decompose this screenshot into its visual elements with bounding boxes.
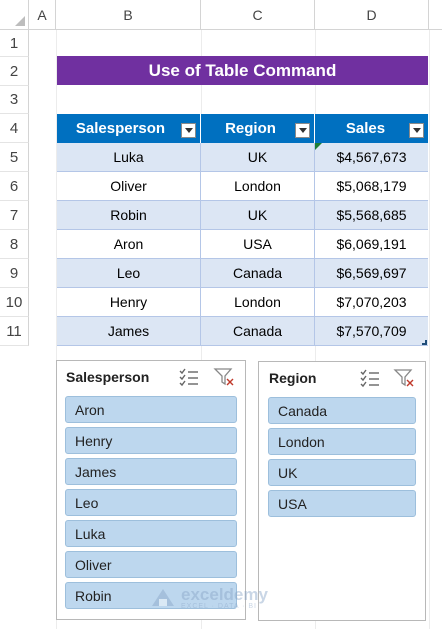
slicer-item[interactable]: UK [268,459,416,486]
column-header-b[interactable]: B [56,0,201,30]
table-header-sales: Sales [315,114,428,143]
table-cell[interactable]: Henry [57,288,201,317]
slicer-item[interactable]: USA [268,490,416,517]
row-header-2[interactable]: 2 [0,57,29,86]
watermark-brand: exceldemy [181,584,268,604]
slicer-region[interactable]: Region Canada London UK USA [258,361,426,621]
table-cell[interactable]: $7,070,203 [315,288,428,317]
slicer-salesperson[interactable]: Salesperson Aron Henry James Leo Luka Ol… [56,360,246,620]
filter-dropdown-button[interactable] [295,123,310,138]
sheet-title: Use of Table Command [57,56,428,85]
table-cell[interactable]: Oliver [57,172,201,201]
table-cell[interactable]: UK [201,201,315,230]
table-cell[interactable]: $5,068,179 [315,172,428,201]
slicer-title: Region [269,370,317,386]
column-header-c[interactable]: C [201,0,315,30]
cell-error-indicator[interactable] [315,143,322,150]
column-header-a[interactable]: A [29,0,56,30]
table-cell[interactable]: Canada [201,259,315,288]
table-cell[interactable]: London [201,288,315,317]
row-header-4[interactable]: 4 [0,114,29,143]
chevron-down-icon [412,128,421,133]
table-cell[interactable]: Aron [57,230,201,259]
slicer-item[interactable]: Henry [65,427,237,454]
watermark: exceldemy EXCEL · DATA · BI [150,583,268,613]
select-all-corner[interactable] [0,0,29,30]
slicer-item[interactable]: James [65,458,237,485]
slicer-item[interactable]: Canada [268,397,416,424]
table-cell[interactable]: Canada [201,317,315,346]
table-header-salesperson: Salesperson [57,114,201,143]
table-cell[interactable]: $4,567,673 [315,143,428,172]
chevron-down-icon [184,128,193,133]
row-header-8[interactable]: 8 [0,230,29,259]
table-cell[interactable]: USA [201,230,315,259]
table-cell[interactable]: Luka [57,143,201,172]
table-cell[interactable]: James [57,317,201,346]
table-header-label: Region [225,120,276,137]
table-cell[interactable]: London [201,172,315,201]
table-cell[interactable]: Robin [57,201,201,230]
slicer-item[interactable]: Leo [65,489,237,516]
filter-dropdown-button[interactable] [181,123,196,138]
table-header-region: Region [201,114,315,143]
row-header-7[interactable]: 7 [0,201,29,230]
multi-select-icon[interactable] [359,368,381,388]
multi-select-icon[interactable] [178,367,200,387]
chevron-down-icon [298,128,307,133]
slicer-item[interactable]: London [268,428,416,455]
gridline [429,30,430,629]
table-cell[interactable]: $6,569,697 [315,259,428,288]
table-resize-handle[interactable] [422,340,427,345]
exceldemy-logo-icon [152,589,174,606]
table-cell[interactable]: $6,069,191 [315,230,428,259]
table-header-label: Salesperson [75,120,166,137]
slicer-item[interactable]: Oliver [65,551,237,578]
table-cell[interactable]: UK [201,143,315,172]
slicer-item[interactable]: Aron [65,396,237,423]
row-header-6[interactable]: 6 [0,172,29,201]
row-header-11[interactable]: 11 [0,317,29,346]
table-cell[interactable]: $7,570,709 [315,317,428,346]
table-cell[interactable]: Leo [57,259,201,288]
column-header-d[interactable]: D [315,0,429,30]
slicer-title: Salesperson [66,369,150,385]
watermark-tagline: EXCEL · DATA · BI [181,602,257,610]
table-cell[interactable]: $5,568,685 [315,201,428,230]
row-header-3[interactable]: 3 [0,86,29,114]
clear-filter-icon[interactable] [213,367,235,387]
row-header-9[interactable]: 9 [0,259,29,288]
row-header-10[interactable]: 10 [0,288,29,317]
row-header-5[interactable]: 5 [0,143,29,172]
table-header-label: Sales [345,120,386,137]
filter-dropdown-button[interactable] [409,123,424,138]
slicer-item[interactable]: Luka [65,520,237,547]
row-header-1[interactable]: 1 [0,30,29,57]
clear-filter-icon[interactable] [393,368,415,388]
